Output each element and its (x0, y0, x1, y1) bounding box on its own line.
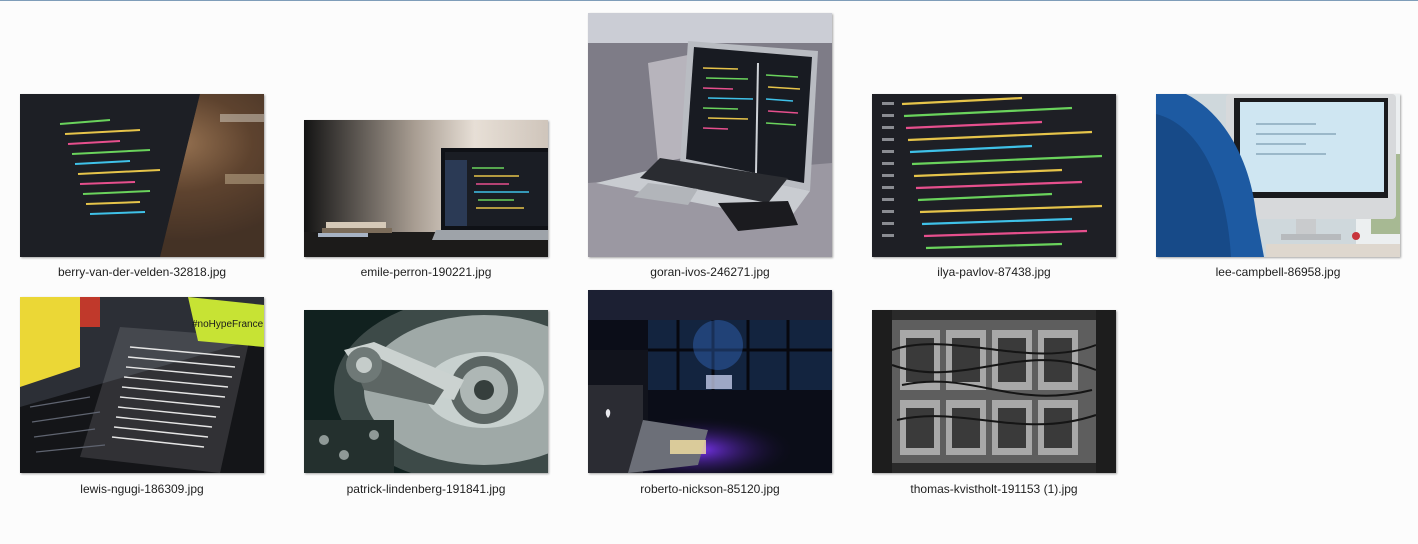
thumbnail-thomas[interactable] (872, 310, 1116, 473)
file-name[interactable]: lewis-ngugi-186309.jpg (0, 482, 284, 496)
file-name[interactable]: goran-ivos-246271.jpg (568, 265, 852, 279)
thumbnail-patrick[interactable] (304, 310, 548, 473)
file-name[interactable]: emile-perron-190221.jpg (284, 265, 568, 279)
file-name[interactable]: ilya-pavlov-87438.jpg (852, 265, 1136, 279)
file-name[interactable]: roberto-nickson-85120.jpg (568, 482, 852, 496)
thumbnail-lewis[interactable]: #noHypeFrance (20, 297, 264, 473)
thumbnail-goran[interactable] (588, 13, 832, 257)
thumbnail-lee[interactable] (1156, 94, 1400, 257)
thumbnail-emile[interactable] (304, 120, 548, 257)
window-top-border (0, 0, 1418, 1)
file-name[interactable]: thomas-kvistholt-191153 (1).jpg (852, 482, 1136, 496)
file-name[interactable]: berry-van-der-velden-32818.jpg (0, 265, 284, 279)
sticker-text: #noHypeFrance (192, 319, 264, 330)
thumbnail-roberto[interactable] (588, 290, 832, 473)
thumbnail-ilya[interactable] (872, 94, 1116, 257)
file-name[interactable]: lee-campbell-86958.jpg (1136, 265, 1418, 279)
thumbnail-berry[interactable] (20, 94, 264, 257)
file-name[interactable]: patrick-lindenberg-191841.jpg (284, 482, 568, 496)
